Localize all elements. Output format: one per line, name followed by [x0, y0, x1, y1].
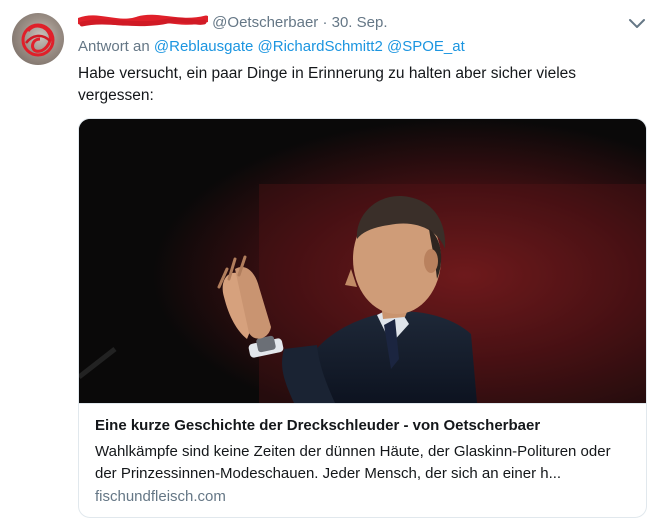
redaction-scribble [78, 14, 208, 27]
card-image[interactable] [79, 119, 646, 403]
tweet-timestamp[interactable]: 30. Sep. [332, 14, 388, 31]
card-description: Wahlkämpfe sind keine Zeiten der dünnen … [95, 443, 611, 482]
mention-richardschmitt2[interactable]: @RichardSchmitt2 [258, 38, 383, 55]
link-card[interactable]: Eine kurze Geschichte der Dreckschleuder… [78, 118, 647, 518]
display-name-redacted[interactable] [78, 12, 208, 30]
mention-spoe-at[interactable]: @SPOE_at [387, 38, 465, 55]
card-photo [79, 119, 646, 403]
avatar[interactable] [12, 13, 64, 65]
card-domain[interactable]: fischundfleisch.com [95, 487, 226, 507]
chevron-down-icon [629, 19, 645, 28]
mention-reblausgate[interactable]: @Reblausgate [154, 38, 253, 55]
separator-dot: · [322, 14, 328, 31]
card-title[interactable]: Eine kurze Geschichte der Dreckschleuder… [95, 416, 630, 436]
card-body[interactable]: Eine kurze Geschichte der Dreckschleuder… [79, 403, 646, 505]
avatar-scribble-icon [21, 23, 55, 57]
user-handle[interactable]: @Oetscherbaer [212, 14, 318, 31]
reply-context: Antwort an @Reblausgate @RichardSchmitt2… [78, 37, 465, 57]
tweet-text: Habe versucht, ein paar Dinge in Erinner… [78, 65, 577, 104]
tweet-header: @Oetscherbaer · 30. Sep. [78, 12, 388, 33]
reply-prefix: Antwort an [78, 38, 150, 55]
more-options-button[interactable] [626, 12, 648, 34]
